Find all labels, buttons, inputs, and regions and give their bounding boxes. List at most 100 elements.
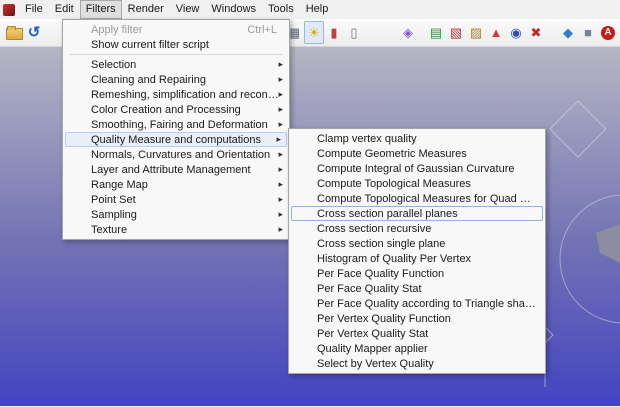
submenu-arrow-icon: ▸	[278, 194, 283, 204]
submenu-item-label: Clamp vertex quality	[317, 132, 417, 145]
menu-item-layer-attribute[interactable]: Layer and Attribute Management ▸	[63, 162, 289, 177]
select-face-icon[interactable]: ▲	[486, 21, 506, 44]
menu-item-label: Layer and Attribute Management	[91, 163, 251, 176]
menu-file[interactable]: File	[19, 0, 49, 19]
submenu-arrow-icon: ▸	[276, 134, 281, 144]
submenu-item-per-face-quality-stat[interactable]: Per Face Quality Stat	[289, 281, 545, 296]
submenu-item-label: Quality Mapper applier	[317, 342, 428, 355]
menu-view[interactable]: View	[170, 0, 206, 19]
submenu-arrow-icon: ▸	[278, 119, 283, 129]
menu-item-label: Show current filter script	[91, 38, 209, 51]
menu-help[interactable]: Help	[300, 0, 335, 19]
menu-filters[interactable]: Filters	[79, 0, 122, 19]
menu-item-point-set[interactable]: Point Set ▸	[63, 192, 289, 207]
menu-item-apply-filter[interactable]: Apply filter Ctrl+L	[63, 22, 289, 37]
gray-plane	[596, 224, 620, 263]
submenu-item-topological-measures[interactable]: Compute Topological Measures	[289, 176, 545, 191]
shortcut-label: Ctrl+L	[247, 23, 277, 36]
submenu-item-compute-geometric-measures[interactable]: Compute Geometric Measures	[289, 146, 545, 161]
filters-menu: Apply filter Ctrl+L Show current filter …	[62, 19, 290, 240]
menu-windows[interactable]: Windows	[205, 0, 262, 19]
submenu-arrow-icon: ▸	[278, 164, 283, 174]
menu-edit[interactable]: Edit	[49, 0, 80, 19]
menu-item-sampling[interactable]: Sampling ▸	[63, 207, 289, 222]
app-icon	[3, 3, 15, 16]
menu-item-label: Remeshing, simplification and reconstruc…	[91, 88, 281, 101]
decorator-red-icon[interactable]: ▮	[324, 21, 344, 44]
submenu-arrow-icon: ▸	[278, 149, 283, 159]
submenu-item-per-face-triangle-shape[interactable]: Per Face Quality according to Triangle s…	[289, 296, 545, 311]
submenu-item-gaussian-curvature[interactable]: Compute Integral of Gaussian Curvature	[289, 161, 545, 176]
submenu-arrow-icon: ▸	[278, 89, 283, 99]
submenu-arrow-icon: ▸	[278, 179, 283, 189]
submenu-item-label: Cross section single plane	[317, 237, 446, 250]
menu-item-label: Sampling	[91, 208, 137, 221]
select-vertex-icon[interactable]: ◉	[506, 21, 526, 44]
submenu-item-select-by-vertex-quality[interactable]: Select by Vertex Quality	[289, 356, 545, 371]
menu-item-color-creation[interactable]: Color Creation and Processing ▸	[63, 102, 289, 117]
submenu-item-quality-mapper[interactable]: Quality Mapper applier	[289, 341, 545, 356]
menu-item-label: Smoothing, Fairing and Deformation	[91, 118, 268, 131]
menu-item-label: Cleaning and Repairing	[91, 73, 206, 86]
align-icon[interactable]: ◆	[558, 21, 578, 44]
submenu-item-label: Cross section parallel planes	[317, 207, 458, 220]
color-paint-icon[interactable]: ▧	[446, 21, 466, 44]
measure-icon[interactable]: ▨	[466, 21, 486, 44]
folder-icon	[5, 26, 23, 40]
menu-item-label: Texture	[91, 223, 128, 236]
submenu-item-label: Compute Topological Measures	[317, 177, 471, 190]
meshlab-window: File Edit Filters Render View Windows To…	[0, 0, 620, 406]
menu-item-range-map[interactable]: Range Map ▸	[63, 177, 289, 192]
menu-separator	[69, 54, 283, 55]
submenu-arrow-icon: ▸	[278, 74, 283, 84]
menu-item-quality-measure[interactable]: Quality Measure and computations ▸	[65, 132, 287, 147]
diamond-outline	[549, 100, 607, 158]
submenu-item-clamp-vertex-quality[interactable]: Clamp vertex quality	[289, 131, 545, 146]
submenu-item-label: Select by Vertex Quality	[317, 357, 434, 370]
menu-item-texture[interactable]: Texture ▸	[63, 222, 289, 237]
submenu-item-histogram-quality[interactable]: Histogram of Quality Per Vertex	[289, 251, 545, 266]
layers-icon[interactable]: ▤	[426, 21, 446, 44]
submenu-item-label: Per Face Quality Stat	[317, 282, 422, 295]
light-toggle-icon[interactable]: ☀	[304, 21, 324, 44]
submenu-item-label: Cross section recursive	[317, 222, 432, 235]
toolbar-group-file: ↺	[4, 21, 44, 44]
menu-item-show-filter-script[interactable]: Show current filter script	[63, 37, 289, 52]
menu-item-cleaning-repairing[interactable]: Cleaning and Repairing ▸	[63, 72, 289, 87]
manipulator-icon[interactable]: ◈	[398, 21, 418, 44]
letter-a-icon: A	[601, 25, 615, 40]
submenu-item-cross-section-single[interactable]: Cross section single plane	[289, 236, 545, 251]
menu-item-selection[interactable]: Selection ▸	[63, 57, 289, 72]
submenu-item-per-face-quality-function[interactable]: Per Face Quality Function	[289, 266, 545, 281]
open-file-icon[interactable]	[4, 21, 24, 44]
menu-item-label: Selection	[91, 58, 137, 71]
menu-item-normals-curvatures[interactable]: Normals, Curvatures and Orientation ▸	[63, 147, 289, 162]
submenu-item-topological-quad[interactable]: Compute Topological Measures for Quad Me…	[289, 191, 545, 206]
toolbar-group-render: ▦ ☀ ▮ ▯	[284, 21, 364, 44]
menu-item-label: Point Set	[91, 193, 136, 206]
submenu-item-cross-section-parallel[interactable]: Cross section parallel planes	[291, 206, 543, 221]
submenu-item-cross-section-recursive[interactable]: Cross section recursive	[289, 221, 545, 236]
menu-tools[interactable]: Tools	[262, 0, 300, 19]
quality-submenu: Clamp vertex quality Compute Geometric M…	[288, 128, 546, 374]
reload-icon[interactable]: ↺	[24, 21, 44, 44]
submenu-item-label: Per Vertex Quality Function	[317, 312, 451, 325]
menu-item-smoothing[interactable]: Smoothing, Fairing and Deformation ▸	[63, 117, 289, 132]
submenu-item-label: Compute Geometric Measures	[317, 147, 467, 160]
menu-item-label: Quality Measure and computations	[91, 133, 261, 146]
delete-face-icon[interactable]: ✖	[526, 21, 546, 44]
submenu-item-per-vertex-quality-stat[interactable]: Per Vertex Quality Stat	[289, 326, 545, 341]
submenu-item-label: Compute Topological Measures for Quad Me…	[317, 192, 537, 205]
toolbar-group-tools: ◈ ▤ ▧ ▨ ▲ ◉ ✖ ◆ ■ A ★ ◇	[398, 21, 620, 44]
decorator-gray-icon[interactable]: ▯	[344, 21, 364, 44]
submenu-item-label: Per Face Quality according to Triangle s…	[317, 297, 537, 310]
matrix-icon[interactable]: ■	[578, 21, 598, 44]
annotation-icon[interactable]: A	[598, 21, 618, 44]
menu-item-remeshing[interactable]: Remeshing, simplification and reconstruc…	[63, 87, 289, 102]
submenu-arrow-icon: ▸	[278, 104, 283, 114]
menu-render[interactable]: Render	[122, 0, 170, 19]
submenu-item-label: Per Face Quality Function	[317, 267, 445, 280]
submenu-arrow-icon: ▸	[278, 209, 283, 219]
submenu-item-label: Per Vertex Quality Stat	[317, 327, 429, 340]
submenu-item-per-vertex-quality-function[interactable]: Per Vertex Quality Function	[289, 311, 545, 326]
